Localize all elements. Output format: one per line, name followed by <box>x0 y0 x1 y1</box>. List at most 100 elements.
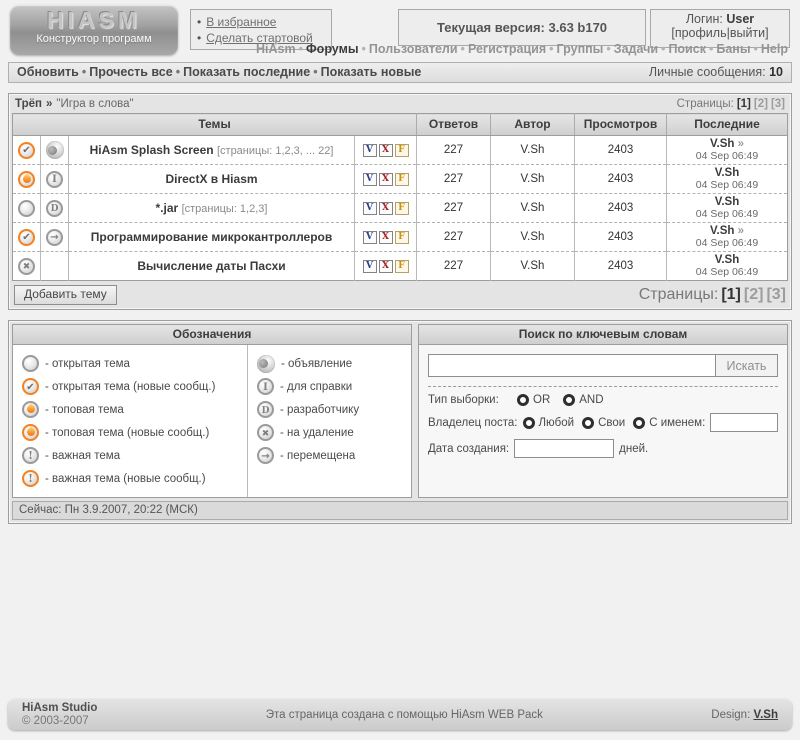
moderate-v-icon[interactable]: V <box>363 231 377 244</box>
nav-item-registration[interactable]: Регистрация <box>468 42 546 56</box>
last-post-user-link[interactable]: V.Sh <box>710 225 735 237</box>
owner-name-input[interactable] <box>710 413 778 432</box>
add-to-favorites-link[interactable]: В избранное <box>197 14 325 30</box>
version-box: Текущая версия: 3.63 b170 <box>398 9 646 46</box>
creation-date-input[interactable] <box>514 439 614 458</box>
current-time-bar: Сейчас: Пн 3.9.2007, 20:22 (МСК) <box>12 501 788 520</box>
radio-owner-named-label: С именем: <box>649 417 705 429</box>
private-messages[interactable]: Личные сообщения: 10 <box>649 65 783 79</box>
last-post-cell: V.Sh » 04 Sep 06:49 <box>667 223 788 252</box>
show-new-action[interactable]: Показать новые <box>321 65 422 79</box>
radio-owner-any[interactable] <box>523 417 535 429</box>
moderate-f-icon[interactable]: F <box>395 144 409 157</box>
page-link-2[interactable]: [2] <box>744 286 764 303</box>
nav-item-tasks[interactable]: Задачи <box>614 42 658 56</box>
page-link-2[interactable]: [2] <box>754 98 768 110</box>
refresh-action[interactable]: Обновить <box>17 65 79 79</box>
page-link-3[interactable]: [3] <box>771 98 785 110</box>
radio-and[interactable] <box>563 394 575 406</box>
developer-icon <box>46 200 63 217</box>
col-header-last: Последние <box>667 114 788 136</box>
topic-title-link[interactable]: DirectX в Hiasm <box>69 165 355 194</box>
keyword-search-input[interactable] <box>428 354 716 377</box>
topic-pages-links[interactable]: [страницы: 1,2,3, ... 22] <box>217 145 333 157</box>
moderate-v-icon[interactable]: V <box>363 202 377 215</box>
show-latest-action[interactable]: Показать последние <box>183 65 310 79</box>
author-link[interactable]: V.Sh <box>491 165 575 194</box>
goto-last-post-icon[interactable]: » <box>738 138 744 150</box>
version-label: Текущая версия: 3.63 b170 <box>437 20 607 35</box>
search-submit-button[interactable]: Искать <box>716 354 778 377</box>
last-post-user-link[interactable]: V.Sh <box>715 167 740 179</box>
copyright: © 2003-2007 <box>22 715 97 728</box>
radio-owner-own-label: Свои <box>598 417 625 429</box>
last-post-date: 04 Sep 06:49 <box>670 208 784 220</box>
legend-column-1: - открытая тема - открытая тема (новые с… <box>13 345 247 497</box>
add-topic-button[interactable]: Добавить тему <box>14 285 117 305</box>
legend-item: - важная тема (новые сообщ.) <box>22 467 243 490</box>
design-author-link[interactable]: V.Sh <box>753 709 778 721</box>
open-topic-icon <box>18 200 35 217</box>
hot-topic-icon <box>22 401 39 418</box>
topics-panel: Трёп»"Игра в слова" Страницы:[1][2][3] Т… <box>8 93 792 310</box>
announcement-eye-icon <box>46 141 64 159</box>
topic-pages-links[interactable]: [страницы: 1,2,3] <box>182 203 268 215</box>
bullet-separator-icon <box>549 42 553 56</box>
radio-owner-named[interactable] <box>633 417 645 429</box>
nav-item-hiasm[interactable]: HiAsm <box>256 42 296 56</box>
private-messages-label: Личные сообщения: <box>649 65 766 79</box>
radio-owner-own[interactable] <box>582 417 594 429</box>
nav-item-forums[interactable]: Форумы <box>306 42 358 56</box>
moderate-x-icon[interactable]: X <box>379 260 393 273</box>
nav-item-bans[interactable]: Баны <box>716 42 750 56</box>
author-link[interactable]: V.Sh <box>491 136 575 165</box>
nav-item-help[interactable]: Help <box>761 42 788 56</box>
topic-title-link[interactable]: Программирование микрокантроллеров <box>69 223 355 252</box>
last-post-user-link[interactable]: V.Sh <box>715 196 740 208</box>
page-link-1[interactable]: [1] <box>737 98 751 110</box>
moderate-x-icon[interactable]: X <box>379 144 393 157</box>
table-row: HiAsm Splash Screen [страницы: 1,2,3, ..… <box>13 136 788 165</box>
moderate-v-icon[interactable]: V <box>363 173 377 186</box>
moderate-f-icon[interactable]: F <box>395 231 409 244</box>
topic-title-link[interactable]: Вычисление даты Пасхи <box>69 252 355 281</box>
moderate-f-icon[interactable]: F <box>395 173 409 186</box>
page-link-1[interactable]: [1] <box>721 286 741 303</box>
moderate-x-icon[interactable]: X <box>379 202 393 215</box>
moderate-v-icon[interactable]: V <box>363 260 377 273</box>
col-header-topics: Темы <box>13 114 417 136</box>
breadcrumb-forum-link[interactable]: Трёп <box>15 98 42 110</box>
moved-arrow-icon <box>257 447 274 464</box>
legend-item: - открытая тема (новые сообщ.) <box>22 375 243 398</box>
topic-title-link[interactable]: HiAsm Splash Screen [страницы: 1,2,3, ..… <box>69 136 355 165</box>
author-link[interactable]: V.Sh <box>491 223 575 252</box>
last-post-user-link[interactable]: V.Sh <box>715 254 740 266</box>
delete-topic-icon <box>18 258 35 275</box>
nav-item-groups[interactable]: Группы <box>557 42 604 56</box>
bullet-separator-icon <box>709 42 713 56</box>
nav-item-users[interactable]: Пользователи <box>369 42 458 56</box>
last-post-cell: V.Sh 04 Sep 06:49 <box>667 252 788 281</box>
radio-or[interactable] <box>517 394 529 406</box>
login-username: User <box>726 12 754 26</box>
goto-last-post-icon[interactable]: » <box>738 225 744 237</box>
nav-item-search[interactable]: Поиск <box>668 42 706 56</box>
bullet-separator-icon <box>176 65 180 79</box>
read-all-action[interactable]: Прочесть все <box>89 65 173 79</box>
moderate-x-icon[interactable]: X <box>379 173 393 186</box>
author-link[interactable]: V.Sh <box>491 252 575 281</box>
search-box: Поиск по ключевым словам Искать Тип выбо… <box>418 324 788 498</box>
moderate-f-icon[interactable]: F <box>395 260 409 273</box>
pagination-bottom: Страницы:[1][2][3] <box>639 286 786 304</box>
moderate-f-icon[interactable]: F <box>395 202 409 215</box>
moderate-x-icon[interactable]: X <box>379 231 393 244</box>
last-post-user-link[interactable]: V.Sh <box>710 138 735 150</box>
page-link-3[interactable]: [3] <box>766 286 786 303</box>
legend-column-2: - объявление - для справки - разработчик… <box>247 345 411 497</box>
topics-table: Темы Ответов Автор Просмотров Последние … <box>12 113 788 281</box>
toolbar-actions: Обновить Прочесть все Показать последние По… <box>17 65 421 79</box>
profile-logout-links[interactable]: [профиль|выйти] <box>651 26 789 40</box>
moderate-v-icon[interactable]: V <box>363 144 377 157</box>
author-link[interactable]: V.Sh <box>491 194 575 223</box>
topic-title-link[interactable]: *.jar [страницы: 1,2,3] <box>69 194 355 223</box>
